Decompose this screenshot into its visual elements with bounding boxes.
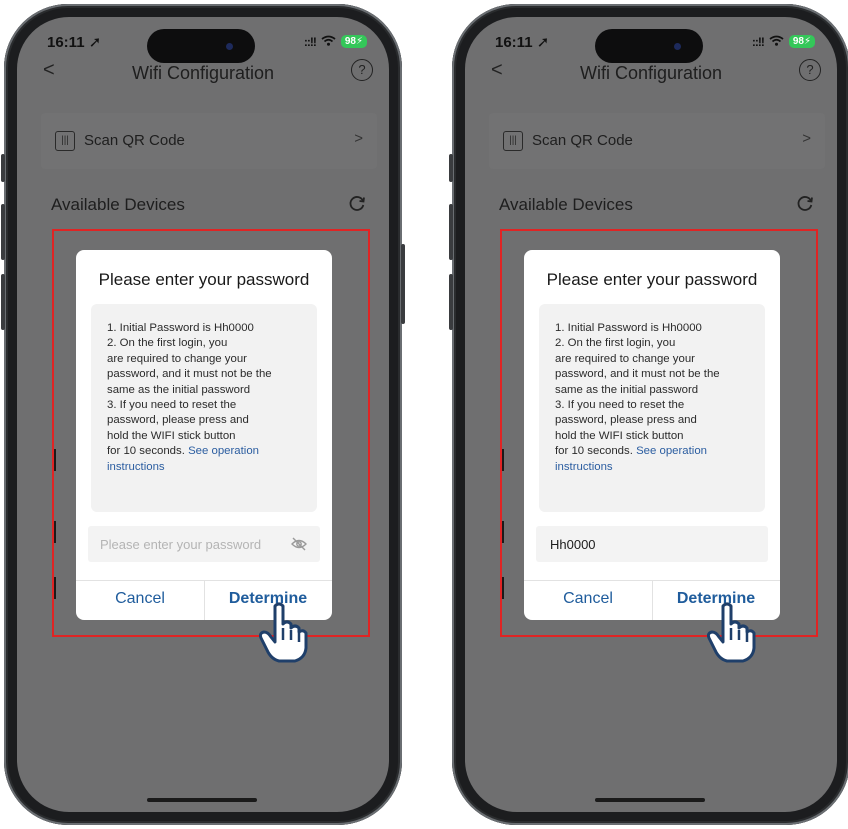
instruction-line: password, and it must not be the (555, 368, 720, 381)
cancel-button[interactable]: Cancel (524, 590, 652, 608)
silent-switch (449, 154, 453, 182)
status-time: 16:11 ➚ (47, 34, 102, 51)
status-time: 16:11 ➚ (495, 34, 550, 51)
instruction-line: 2. On the first login, you (107, 337, 228, 350)
password-dialog: Please enter your password 1. Initial Pa… (524, 250, 780, 620)
instruction-line: are required to change your (107, 352, 247, 365)
volume-up-button (1, 204, 5, 260)
page-title: Wifi Configuration (579, 63, 723, 83)
instruction-line: 1. Initial Password is Hh0000 (555, 322, 702, 334)
dynamic-island (595, 29, 703, 63)
dialog-title: Please enter your password (98, 270, 310, 289)
password-dialog: Please enter your password 1. Initial Pa… (76, 250, 332, 620)
instruction-line: for 10 seconds. (555, 445, 637, 458)
instruction-line: same as the initial password (555, 383, 699, 396)
page-title: Wifi Configuration (131, 63, 275, 83)
screen: 16:11 ➚ ::!! 98⚡ < Wifi Configuration ? … (17, 17, 389, 812)
instruction-line: password, please press and (555, 414, 697, 427)
home-indicator[interactable] (147, 798, 257, 802)
operation-instructions-link-cont[interactable]: instructions (107, 460, 307, 475)
instruction-line: for 10 seconds. (107, 445, 189, 458)
pointing-hand-icon (257, 602, 313, 669)
home-indicator[interactable] (595, 798, 705, 802)
wifi-icon (321, 34, 336, 49)
instruction-line: password, and it must not be the (107, 368, 272, 381)
scan-qr-row[interactable]: ||| Scan QR Code > (489, 113, 825, 169)
password-placeholder: Please enter your password (100, 537, 262, 552)
available-devices-title: Available Devices (51, 195, 185, 214)
chevron-right-icon: > (802, 130, 811, 147)
volume-down-button (1, 274, 5, 330)
signal-icon: ::!! (303, 34, 317, 49)
help-icon[interactable]: ? (351, 59, 373, 81)
signal-icon: ::!! (751, 34, 765, 49)
refresh-icon[interactable] (347, 193, 367, 219)
scan-qr-label: Scan QR Code (532, 132, 633, 149)
instruction-line: hold the WIFI stick button (107, 429, 236, 442)
operation-instructions-link[interactable]: See operation (188, 445, 259, 457)
instruction-line: hold the WIFI stick button (555, 429, 684, 442)
volume-up-button (449, 204, 453, 260)
scan-qr-label: Scan QR Code (84, 132, 185, 149)
phone-frame-left: 16:11 ➚ ::!! 98⚡ < Wifi Configuration ? … (1, 4, 405, 825)
scan-qr-row[interactable]: ||| Scan QR Code > (41, 113, 377, 169)
instruction-line: same as the initial password (107, 383, 251, 396)
wifi-icon (769, 34, 784, 49)
cancel-button[interactable]: Cancel (76, 590, 204, 608)
instruction-line: 2. On the first login, you (555, 337, 676, 350)
qr-scan-icon: ||| (503, 131, 523, 151)
status-icons: ::!! 98⚡ (752, 34, 815, 49)
password-instructions: 1. Initial Password is Hh0000 2. On the … (539, 304, 765, 512)
pointing-hand-icon (705, 602, 761, 669)
chevron-right-icon: > (354, 130, 363, 147)
help-icon[interactable]: ? (799, 59, 821, 81)
qr-scan-icon: ||| (55, 131, 75, 151)
operation-instructions-link[interactable]: See operation (636, 445, 707, 457)
available-devices-title: Available Devices (499, 195, 633, 214)
eye-off-icon[interactable] (290, 535, 308, 558)
power-button (401, 244, 405, 324)
password-field[interactable]: Hh0000 (536, 526, 768, 562)
refresh-icon[interactable] (795, 193, 815, 219)
status-icons: ::!! 98⚡ (304, 34, 367, 49)
battery-indicator: 98⚡ (340, 35, 367, 48)
instruction-line: 3. If you need to reset the (555, 399, 685, 412)
operation-instructions-link-cont[interactable]: instructions (555, 460, 755, 475)
screen: 16:11 ➚ ::!! 98⚡ < Wifi Configuration ? … (465, 17, 837, 812)
password-value: Hh0000 (550, 537, 596, 552)
dialog-title: Please enter your password (546, 270, 758, 289)
instruction-line: password, please press and (107, 414, 249, 427)
instruction-line: 1. Initial Password is Hh0000 (107, 322, 254, 334)
password-field[interactable]: Please enter your password (88, 526, 320, 562)
battery-indicator: 98⚡ (788, 35, 815, 48)
volume-down-button (449, 274, 453, 330)
silent-switch (1, 154, 5, 182)
instruction-line: are required to change your (555, 352, 695, 365)
dynamic-island (147, 29, 255, 63)
password-instructions: 1. Initial Password is Hh0000 2. On the … (91, 304, 317, 512)
phone-frame-right: 16:11 ➚ ::!! 98⚡ < Wifi Configuration ? … (449, 4, 848, 825)
instruction-line: 3. If you need to reset the (107, 399, 237, 412)
